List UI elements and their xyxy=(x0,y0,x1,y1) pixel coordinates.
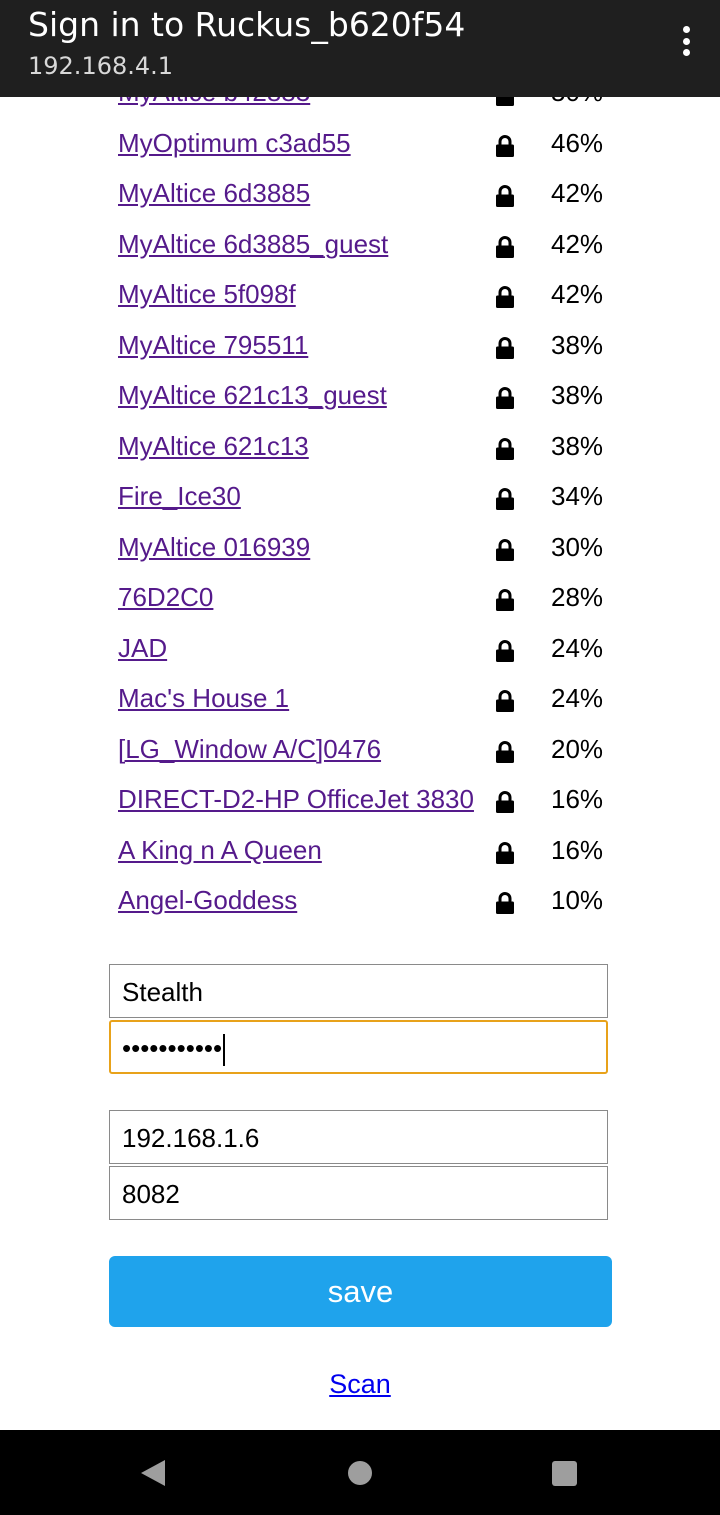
signal-strength: 16% xyxy=(551,784,604,814)
ssid-field[interactable]: Stealth xyxy=(109,964,608,1018)
lock-icon xyxy=(495,235,515,258)
ssid-field-value: Stealth xyxy=(122,977,203,1007)
network-row: JAD 24% xyxy=(118,626,618,677)
lock-icon xyxy=(495,286,515,308)
password-field-value: ••••••••••• xyxy=(122,1033,223,1063)
network-row: MyAltice 795511 38% xyxy=(118,323,618,374)
network-ssid-link[interactable]: DIRECT-D2-HP OfficeJet 3830 xyxy=(118,783,474,815)
password-field[interactable]: ••••••••••• xyxy=(109,1020,608,1074)
scan-link-container: Scan xyxy=(0,1369,720,1400)
signal-strength: 28% xyxy=(551,582,604,612)
text-caret xyxy=(223,1034,226,1067)
signal-strength: 38% xyxy=(551,329,604,360)
network-ssid-link[interactable]: MyAltice 6d3885_guest xyxy=(118,228,388,260)
signal-strength: 16% xyxy=(551,834,604,865)
portal-content: MyAltice b42883 50% MyOptimum c3ad55 46% MyA… xyxy=(0,97,720,1430)
signal-strength: 20% xyxy=(551,733,604,764)
home-circle-icon[interactable] xyxy=(348,1461,372,1485)
signal-strength: 42% xyxy=(551,279,604,309)
signal-strength: 42% xyxy=(551,228,604,259)
network-ssid-link[interactable]: MyOptimum c3ad55 xyxy=(118,127,351,159)
network-row: MyAltice 016939 30% xyxy=(118,525,618,576)
network-ssid-link[interactable]: Angel-Goddess xyxy=(118,884,297,916)
lock-icon xyxy=(495,690,515,712)
lock-icon xyxy=(495,791,515,813)
network-row: Angel-Goddess 10% xyxy=(118,878,618,929)
network-ssid-link[interactable]: [LG_Window A/C]0476 xyxy=(118,733,381,765)
network-ssid-link[interactable]: JAD xyxy=(118,632,167,664)
lock-icon xyxy=(495,437,515,460)
port-field-value: 8082 xyxy=(122,1179,180,1209)
network-ssid-link[interactable]: MyAltice 016939 xyxy=(118,531,310,563)
system-nav-bar xyxy=(0,1430,720,1515)
network-row: MyAltice b42883 50% xyxy=(118,97,618,121)
lock-icon xyxy=(495,387,515,409)
network-row: MyAltice 621c13 38% xyxy=(118,424,618,475)
signal-strength: 24% xyxy=(551,632,604,663)
lock-icon xyxy=(495,185,515,207)
signal-strength: 10% xyxy=(551,885,604,915)
network-ssid-link[interactable]: MyAltice 795511 xyxy=(118,329,308,361)
network-ssid-link[interactable]: Mac's House 1 xyxy=(118,682,289,714)
lock-icon xyxy=(495,336,515,359)
signal-strength: 38% xyxy=(551,380,604,410)
network-row: Mac's House 1 24% xyxy=(118,676,618,727)
save-button[interactable]: save xyxy=(109,1256,612,1327)
network-row: [LG_Window A/C]0476 20% xyxy=(118,727,618,778)
signal-strength: 50% xyxy=(551,97,603,108)
network-ssid-link[interactable]: MyAltice 6d3885 xyxy=(118,177,310,209)
server-ip-field[interactable]: 192.168.1.6 xyxy=(109,1110,608,1164)
signal-strength: 38% xyxy=(551,430,604,461)
network-row: MyAltice 6d3885 42% xyxy=(118,171,618,222)
lock-icon xyxy=(495,538,515,561)
back-triangle-icon[interactable] xyxy=(141,1460,165,1486)
network-ssid-link[interactable]: MyAltice 621c13 xyxy=(118,430,309,462)
signal-strength: 30% xyxy=(551,531,604,562)
scan-link[interactable]: Scan xyxy=(329,1369,391,1399)
lock-icon xyxy=(495,841,515,864)
page-title: Sign in to Ruckus_b620f54 xyxy=(28,5,466,44)
network-ssid-link[interactable]: MyAltice b42883 xyxy=(118,97,310,108)
lock-icon xyxy=(495,488,515,510)
network-row: MyOptimum c3ad55 46% xyxy=(118,121,618,172)
app-bar: Sign in to Ruckus_b620f54 192.168.4.1 xyxy=(0,0,720,97)
network-ssid-link[interactable]: MyAltice 5f098f xyxy=(118,278,296,310)
lock-icon xyxy=(495,134,515,157)
lock-icon xyxy=(495,892,515,914)
network-row: MyAltice 6d3885_guest 42% xyxy=(118,222,618,273)
lock-icon xyxy=(495,639,515,662)
network-row: MyAltice 621c13_guest 38% xyxy=(118,373,618,424)
signal-strength: 46% xyxy=(551,127,604,158)
network-ssid-link[interactable]: Fire_Ice30 xyxy=(118,480,241,512)
lock-icon xyxy=(495,97,515,106)
server-ip-field-value: 192.168.1.6 xyxy=(122,1123,260,1153)
network-row: DIRECT-D2-HP OfficeJet 3830 16% xyxy=(118,777,618,828)
network-ssid-link[interactable]: 76D2C0 xyxy=(118,581,213,613)
signal-strength: 42% xyxy=(551,178,604,208)
signal-strength: 24% xyxy=(551,683,604,713)
network-ssid-link[interactable]: A King n A Queen xyxy=(118,834,322,866)
port-field[interactable]: 8082 xyxy=(109,1166,608,1220)
network-list: MyAltice b42883 50% MyOptimum c3ad55 46% MyA… xyxy=(118,97,618,929)
recents-square-icon[interactable] xyxy=(552,1461,577,1486)
lock-icon xyxy=(495,740,515,763)
network-row: A King n A Queen 16% xyxy=(118,828,618,879)
signal-strength: 34% xyxy=(551,481,604,511)
page-url: 192.168.4.1 xyxy=(28,52,174,80)
network-row: Fire_Ice30 34% xyxy=(118,474,618,525)
more-vert-icon[interactable] xyxy=(678,26,694,56)
network-ssid-link[interactable]: MyAltice 621c13_guest xyxy=(118,379,387,411)
network-row: MyAltice 5f098f 42% xyxy=(118,272,618,323)
lock-icon xyxy=(495,589,515,611)
network-row: 76D2C0 28% xyxy=(118,575,618,626)
